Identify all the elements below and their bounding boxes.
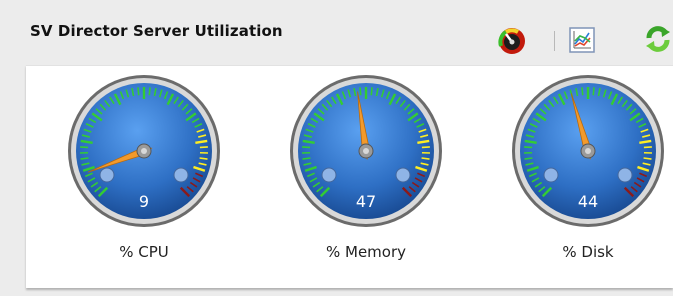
gauge-tick bbox=[359, 87, 362, 96]
gauge-tick bbox=[199, 146, 208, 149]
gauge-hub-center bbox=[141, 148, 147, 154]
cpu-gauge-label: % CPU bbox=[119, 243, 169, 261]
gauge-tick bbox=[524, 157, 533, 160]
gauge-tick bbox=[421, 157, 430, 160]
gauge-value: 47 bbox=[356, 192, 376, 211]
gauge-tick bbox=[370, 87, 373, 96]
gauge-value: 9 bbox=[139, 192, 149, 211]
gauge-tick bbox=[643, 146, 652, 149]
gauge-hub-center bbox=[585, 148, 591, 154]
gauge-tick bbox=[643, 157, 652, 160]
server-utilization-widget: SV Director Server Utilization 9 % CPU 4… bbox=[14, 10, 673, 288]
gauge-tick bbox=[302, 146, 311, 149]
memory-gauge-dial: 47 bbox=[290, 75, 442, 227]
gauge-knob-left bbox=[99, 167, 115, 183]
gauge-tick bbox=[80, 146, 89, 149]
gauge-knob-left bbox=[543, 167, 559, 183]
gauge-knob-right bbox=[173, 167, 189, 183]
gauge-value: 44 bbox=[578, 192, 598, 211]
cpu-gauge-dial: 9 bbox=[68, 75, 220, 227]
gauge-knob-left bbox=[321, 167, 337, 183]
cpu-gauge: 9 % CPU bbox=[64, 71, 224, 281]
gauge-knob-right bbox=[617, 167, 633, 183]
gauge-view-icon[interactable] bbox=[497, 26, 527, 56]
toolbar-separator bbox=[554, 31, 555, 51]
gauge-tick bbox=[137, 87, 140, 96]
gauge-hub-center bbox=[363, 148, 369, 154]
refresh-icon[interactable] bbox=[643, 24, 673, 54]
memory-gauge-label: % Memory bbox=[325, 243, 407, 261]
gauges-panel: 9 % CPU 47 % Memory 44 % Disk bbox=[26, 65, 673, 288]
disk-gauge-dial: 44 bbox=[512, 75, 664, 227]
gauge-tick bbox=[199, 157, 208, 160]
gauge-tick bbox=[148, 87, 151, 96]
gauge-tick bbox=[302, 157, 311, 160]
gauge-tick bbox=[524, 146, 533, 149]
chart-view-icon[interactable] bbox=[569, 27, 595, 53]
gauge-tick bbox=[80, 157, 89, 160]
widget-title: SV Director Server Utilization bbox=[30, 22, 283, 40]
gauge-tick bbox=[421, 146, 430, 149]
widget-header: SV Director Server Utilization bbox=[14, 10, 673, 62]
disk-gauge: 44 % Disk bbox=[508, 71, 668, 281]
gauge-tick bbox=[581, 87, 584, 96]
disk-gauge-label: % Disk bbox=[562, 243, 614, 261]
memory-gauge: 47 % Memory bbox=[286, 71, 446, 281]
gauge-knob-right bbox=[395, 167, 411, 183]
gauge-tick bbox=[592, 87, 595, 96]
